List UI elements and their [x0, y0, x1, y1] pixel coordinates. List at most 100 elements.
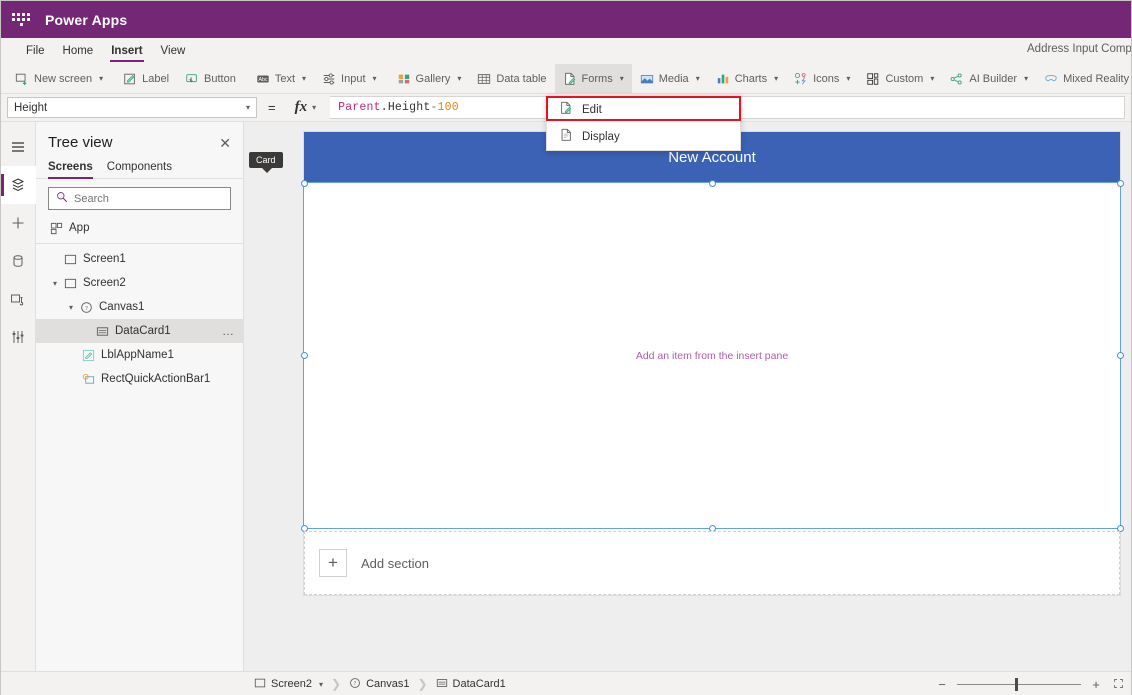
selection-handle-top-right[interactable] — [1116, 179, 1124, 187]
tree-node-screen2[interactable]: ▾ Screen2 — [36, 271, 243, 295]
breadcrumb-label: Canvas1 — [366, 678, 410, 690]
suite-title: Power Apps — [45, 11, 128, 28]
screen-icon — [62, 253, 78, 266]
tree-node-datacard1[interactable]: DataCard1 … — [36, 319, 243, 343]
waffle-grid-icon[interactable] — [11, 10, 31, 30]
ribbon-new-screen-label: New screen — [34, 72, 93, 85]
selection-handle-middle-left[interactable] — [300, 352, 308, 359]
tree-node-label: RectQuickActionBar1 — [101, 373, 211, 385]
search-box[interactable] — [48, 187, 231, 210]
tree-node-lblappname1[interactable]: LblAppName1 — [36, 343, 243, 367]
hamburger-menu-icon[interactable] — [1, 128, 36, 166]
ribbon-data-table[interactable]: Data table — [469, 64, 554, 93]
ribbon-text[interactable]: Abc Text ▾ — [248, 64, 314, 93]
chevron-down-icon[interactable]: ▾ — [319, 680, 323, 689]
menu-insert[interactable]: Insert — [102, 42, 151, 62]
screen-title: New Account — [668, 149, 756, 166]
breadcrumb-screen2[interactable]: Screen2 ▾ — [246, 677, 331, 692]
add-section-row[interactable]: + Add section — [304, 531, 1120, 595]
tab-screens[interactable]: Screens — [48, 161, 93, 179]
fx-label: fx — [294, 99, 308, 115]
tree-node-label: App — [69, 222, 90, 234]
zoom-slider-thumb[interactable] — [1015, 677, 1018, 691]
media-library-icon[interactable] — [1, 280, 36, 318]
svg-text:?: ? — [85, 304, 88, 311]
datacard-icon — [94, 325, 110, 338]
zoom-in-button[interactable]: + — [1089, 677, 1103, 692]
tree-node-canvas1[interactable]: ▾ ? Canvas1 — [36, 295, 243, 319]
ribbon-forms[interactable]: Forms ▾ — [554, 64, 632, 93]
tree-node-label: Screen2 — [83, 277, 126, 289]
rectangle-icon — [80, 373, 96, 386]
formula-token-parent: Parent — [338, 101, 381, 114]
button-icon — [185, 72, 199, 86]
tree-search-wrap — [36, 179, 243, 216]
fit-to-screen-icon[interactable] — [1111, 677, 1125, 692]
ribbon-ai-builder[interactable]: AI Builder ▾ — [942, 64, 1036, 93]
left-icon-rail — [0, 122, 36, 671]
menu-item-edit[interactable]: Edit — [547, 96, 740, 123]
property-selector[interactable]: Height ▾ — [7, 97, 257, 118]
datacard-region[interactable]: Add an item from the insert pane — [303, 182, 1121, 529]
forms-dropdown-menu: Edit Display — [546, 95, 741, 151]
chevron-expand-icon[interactable]: ▾ — [48, 279, 62, 288]
breadcrumb-datacard1[interactable]: DataCard1 — [428, 677, 514, 692]
ribbon-media-label: Media — [658, 72, 689, 85]
close-icon[interactable]: ✕ — [219, 136, 231, 150]
chevron-down-icon: ▾ — [930, 74, 935, 83]
ribbon-icons-label: Icons — [813, 72, 840, 85]
menu-item-label: Display — [582, 130, 620, 143]
power-apps-window: Power Apps File Home Insert View Address… — [0, 0, 1132, 695]
ribbon-button[interactable]: Button — [177, 64, 244, 93]
menu-item-label: Edit — [582, 103, 602, 116]
tab-components[interactable]: Components — [107, 161, 172, 178]
advanced-settings-icon[interactable] — [1, 318, 36, 356]
tree-view-icon[interactable] — [0, 166, 36, 204]
search-input[interactable] — [74, 192, 223, 205]
tree-node-label: LblAppName1 — [101, 349, 174, 361]
plus-icon[interactable]: + — [319, 549, 347, 577]
ribbon-gallery[interactable]: Gallery ▾ — [389, 64, 470, 93]
ribbon-new-screen[interactable]: New screen ▾ — [7, 64, 111, 93]
tree-view-header: Tree view ✕ — [36, 122, 243, 157]
data-table-icon — [477, 72, 491, 86]
tree-node-rectquickactionbar1[interactable]: RectQuickActionBar1 — [36, 367, 243, 391]
data-cylinder-icon[interactable] — [1, 242, 36, 280]
screen-icon — [254, 677, 266, 692]
more-options-icon[interactable]: … — [222, 324, 235, 338]
menu-view[interactable]: View — [152, 42, 195, 60]
tree-node-app[interactable]: App — [36, 216, 243, 240]
zoom-out-button[interactable]: − — [935, 677, 949, 692]
chevron-expand-icon[interactable]: ▾ — [64, 303, 78, 312]
menu-file[interactable]: File — [17, 42, 54, 60]
ribbon-label[interactable]: Label — [115, 64, 177, 93]
formula-token-property: .Height — [380, 101, 431, 114]
zoom-control: − + — [935, 677, 1125, 692]
ribbon-input[interactable]: Input ▾ — [314, 64, 384, 93]
breadcrumb-canvas1[interactable]: ? Canvas1 — [341, 677, 417, 692]
menu-home[interactable]: Home — [54, 42, 103, 60]
icons-icon — [794, 72, 808, 86]
ribbon-icons[interactable]: Icons ▾ — [786, 64, 858, 93]
ribbon-media[interactable]: Media ▾ — [632, 64, 708, 93]
label-icon — [80, 349, 96, 362]
insert-ribbon: New screen ▾ Label Button Abc Text ▾ Inp… — [1, 64, 1131, 94]
fx-button[interactable]: fx ▾ — [287, 99, 325, 116]
ribbon-data-table-label: Data table — [496, 72, 547, 85]
svg-text:?: ? — [354, 681, 357, 687]
breadcrumb-separator: ❯ — [331, 677, 342, 691]
mixed-reality-icon — [1044, 72, 1058, 86]
ribbon-charts[interactable]: Charts ▾ — [708, 64, 786, 93]
main-body: Tree view ✕ Screens Components A — [0, 122, 1131, 671]
ribbon-mixed-reality[interactable]: Mixed Reality ▾ — [1036, 64, 1132, 93]
chevron-down-icon: ▾ — [312, 103, 317, 112]
selection-handle-middle-right[interactable] — [1116, 352, 1124, 359]
insert-plus-icon[interactable] — [1, 204, 36, 242]
ribbon-custom[interactable]: Custom ▾ — [858, 64, 942, 93]
menu-item-display[interactable]: Display — [547, 123, 740, 150]
zoom-slider[interactable] — [957, 677, 1081, 691]
custom-icon — [866, 72, 880, 86]
selection-handle-top-center[interactable] — [708, 179, 716, 187]
tree-node-screen1[interactable]: Screen1 — [36, 247, 243, 271]
selection-handle-top-left[interactable] — [300, 179, 308, 187]
